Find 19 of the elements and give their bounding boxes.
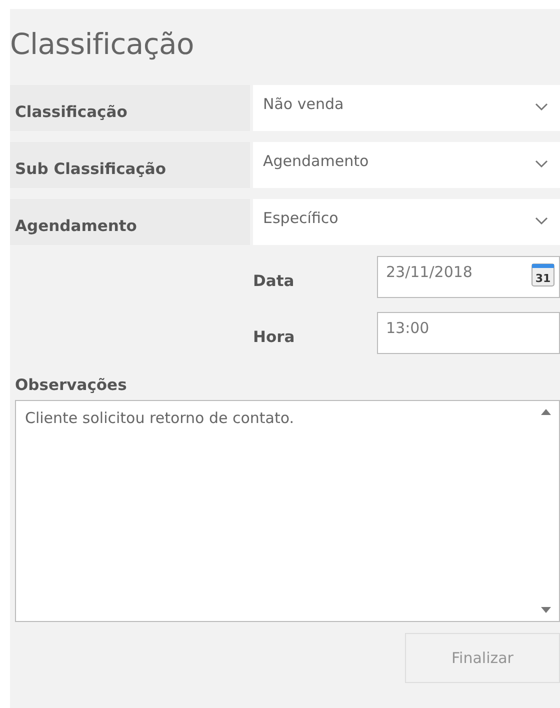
dropdown-field[interactable]: Específico bbox=[253, 199, 560, 245]
chevron-down-icon bbox=[535, 160, 548, 168]
field-label: Sub Classificação bbox=[10, 142, 250, 188]
field-label: Classificação bbox=[10, 85, 250, 131]
notes-label: Observações bbox=[15, 376, 128, 394]
field-label: Data bbox=[253, 271, 296, 290]
field-label: Agendamento bbox=[10, 199, 250, 245]
date-field[interactable]: 23/11/2018 31 bbox=[377, 256, 560, 298]
calendar-icon[interactable]: 31 bbox=[531, 263, 555, 287]
dropdown-field[interactable]: Agendamento bbox=[253, 142, 560, 188]
time-field[interactable]: 13:00 bbox=[377, 312, 560, 354]
chevron-down-icon bbox=[535, 103, 548, 111]
chevron-down-icon bbox=[535, 217, 548, 225]
scroll-up-icon[interactable] bbox=[541, 409, 551, 415]
panel-title: Classificação bbox=[10, 27, 195, 63]
dropdown-field[interactable]: Não venda bbox=[253, 85, 560, 131]
scroll-down-icon[interactable] bbox=[541, 607, 551, 613]
field-label: Hora bbox=[253, 327, 296, 346]
notes-textarea[interactable]: Cliente solicitou retorno de contato. bbox=[15, 400, 560, 622]
